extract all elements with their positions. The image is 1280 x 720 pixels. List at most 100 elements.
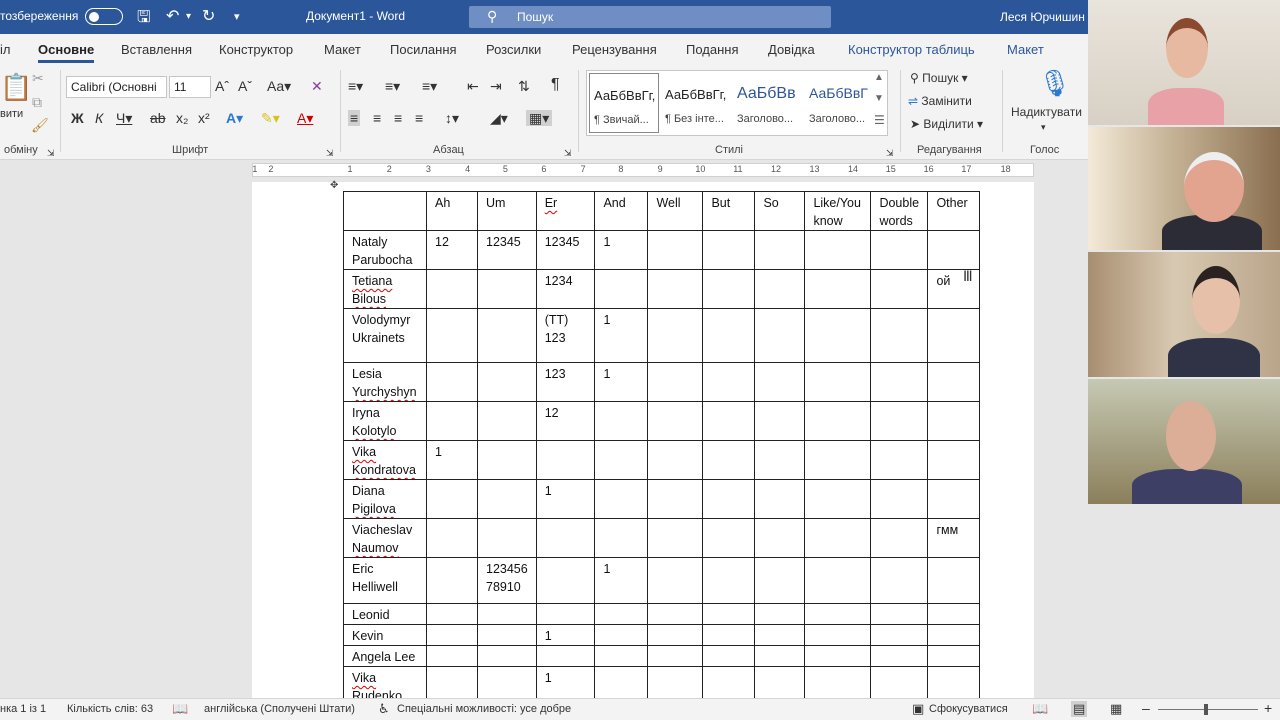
tally-cell[interactable] [804,479,872,519]
tally-cell[interactable]: 12345 [477,230,537,270]
tally-cell[interactable] [477,645,537,667]
tab-help[interactable]: Довідка [768,42,815,57]
tally-cell[interactable] [927,308,981,363]
redo-icon[interactable]: ↻ [202,6,215,26]
borders-icon[interactable]: ▦▾ [526,110,553,126]
participant-name-cell[interactable]: Viacheslav Naumov [343,518,427,558]
tally-cell[interactable] [535,603,596,625]
tally-cell[interactable] [594,624,649,646]
web-layout-icon[interactable]: ▦ [1110,701,1122,717]
fillers-table[interactable]: Ah Um Er And Well But So Like/You know Double wo… [343,191,981,720]
tally-cell[interactable] [426,557,478,604]
clipboard-launcher-icon[interactable]: ⇲ [47,145,55,161]
font-color-icon[interactable]: A▾ [297,110,313,126]
tab-references[interactable]: Посилання [390,42,457,57]
tab-mailings[interactable]: Розсилки [486,42,541,57]
show-formatting-icon[interactable]: ¶ [551,77,560,93]
tally-cell[interactable]: гмм [927,518,981,558]
tally-cell[interactable] [754,518,806,558]
tally-cell[interactable] [804,518,872,558]
tally-cell[interactable] [702,401,756,441]
tab-table-layout[interactable]: Макет [1007,42,1044,57]
decrease-indent-icon[interactable]: ⇤ [467,78,479,94]
tab-file[interactable]: іл [0,42,10,57]
tally-cell[interactable] [426,308,478,363]
tally-cell[interactable] [927,440,981,480]
tally-cell[interactable] [594,645,649,667]
font-name-combo[interactable]: Calibri (Основні [66,76,167,98]
tally-cell[interactable] [702,308,756,363]
format-painter-icon[interactable]: 🖌 [31,117,49,133]
shrink-font-icon[interactable]: Aˇ [238,78,252,94]
tally-cell[interactable] [870,269,929,309]
focus-icon[interactable]: ▣ [912,701,924,717]
tally-cell[interactable] [870,624,929,646]
tally-cell[interactable] [870,308,929,363]
copy-icon[interactable]: ⧉ [32,94,42,110]
tally-cell[interactable] [870,362,929,402]
tally-cell[interactable] [647,269,704,309]
justify-icon[interactable]: ≡ [415,110,423,126]
tally-cell[interactable] [594,269,649,309]
participant-name-cell[interactable]: Eric Helliwell [343,557,427,604]
tally-cell[interactable] [702,230,756,270]
tally-cell[interactable] [426,603,478,625]
tally-cell[interactable] [535,557,596,604]
tally-cell[interactable] [535,440,596,480]
tally-cell[interactable]: (TT) 123 [535,308,596,363]
dictate-dropdown-icon[interactable]: ▾ [1041,119,1046,135]
participant-name-cell[interactable]: Tetiana Bilous [343,269,427,309]
horizontal-ruler[interactable]: 2 1 1 2 3 4 5 6 7 8 9 10 11 12 13 14 15 16 17 18 [252,163,1034,177]
tally-cell[interactable] [647,518,704,558]
user-name[interactable]: Леся Юрчишин [1000,10,1085,24]
tab-layout[interactable]: Макет [324,42,361,57]
table-header-cell[interactable]: But [702,191,756,231]
tally-cell[interactable] [870,479,929,519]
tally-cell[interactable]: 123 [535,362,596,402]
table-header-cell[interactable]: Ah [426,191,478,231]
tally-cell[interactable] [804,624,872,646]
tally-cell[interactable] [594,401,649,441]
tally-cell[interactable] [477,479,537,519]
participant-video-1[interactable] [1088,0,1280,125]
tally-cell[interactable]: 1 [535,624,596,646]
tally-cell[interactable] [594,603,649,625]
text-effects-icon[interactable]: A▾ [226,110,243,126]
table-header-cell[interactable]: Um [477,191,537,231]
tally-cell[interactable]: 12345 [535,230,596,270]
participant-name-cell[interactable]: Iryna Kolotylo [343,401,427,441]
increase-indent-icon[interactable]: ⇥ [490,78,502,94]
participant-name-cell[interactable]: Angela Lee [343,645,427,667]
tally-cell[interactable] [754,645,806,667]
zoom-in-icon[interactable]: + [1264,700,1272,716]
align-center-icon[interactable]: ≡ [373,110,381,126]
tally-cell[interactable]: 1 [594,362,649,402]
table-header-cell[interactable]: Well [647,191,704,231]
style-no-spacing[interactable]: АаБбВвГг, ¶ Без інте... [661,73,731,133]
table-corner-cell[interactable] [343,191,427,231]
page-count[interactable]: нка 1 із 1 [0,703,46,715]
sort-icon[interactable]: ⇅ [518,78,530,94]
participant-video-4[interactable] [1088,379,1280,504]
tally-cell[interactable] [702,624,756,646]
tally-cell[interactable]: 12 [426,230,478,270]
tally-cell[interactable] [804,603,872,625]
font-size-combo[interactable]: 11 [169,76,211,98]
shading-icon[interactable]: ◢▾ [490,110,508,126]
table-header-cell[interactable]: Er [535,191,596,231]
subscript-icon[interactable]: x₂ [176,110,188,126]
tally-cell[interactable] [594,479,649,519]
participant-video-3[interactable] [1088,252,1280,377]
styles-more-icon[interactable]: ☰ [874,112,885,128]
tally-cell[interactable] [477,269,537,309]
tally-cell[interactable] [870,645,929,667]
styles-launcher-icon[interactable]: ⇲ [886,145,894,161]
tally-cell[interactable] [870,518,929,558]
read-mode-icon[interactable]: 📖 [1032,701,1048,717]
tally-cell[interactable]: 1 [594,557,649,604]
participant-name-cell[interactable]: Diana Pigilova [343,479,427,519]
line-spacing-icon[interactable]: ↕▾ [445,110,459,126]
tally-cell[interactable] [647,603,704,625]
table-header-cell[interactable]: Other [927,191,981,231]
tally-cell[interactable] [477,362,537,402]
